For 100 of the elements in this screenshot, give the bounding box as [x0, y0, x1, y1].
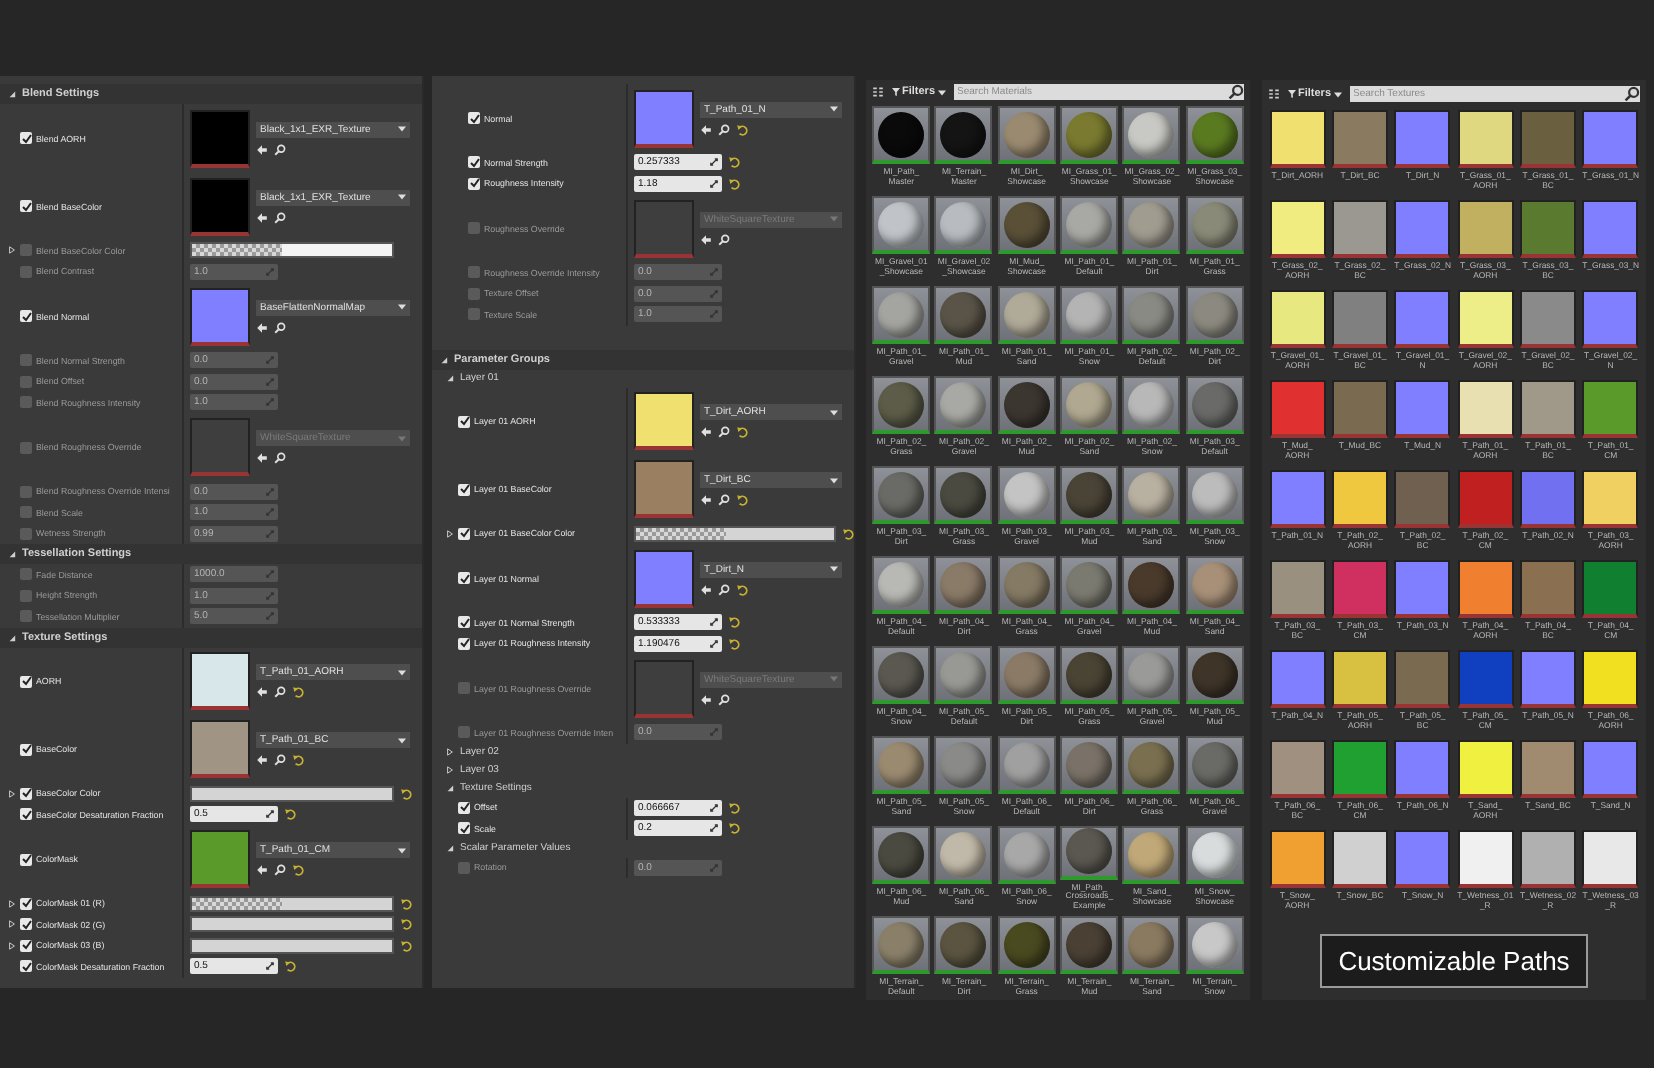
texture-thumbnail[interactable] [1457, 110, 1514, 168]
reset-icon[interactable] [292, 864, 304, 876]
search-icon[interactable] [718, 494, 730, 506]
expander-icon[interactable] [8, 941, 16, 950]
search-icon[interactable] [1228, 84, 1244, 100]
texture-thumbnail[interactable] [1519, 470, 1576, 528]
texture-thumbnail[interactable] [1457, 380, 1514, 438]
reset-icon[interactable] [400, 897, 412, 910]
texture-thumbnail[interactable] [1582, 200, 1639, 258]
texture-thumbnail[interactable] [1582, 740, 1639, 798]
texture-thumbnail[interactable] [1582, 380, 1639, 438]
arrow-left-icon[interactable] [256, 143, 268, 155]
arrow-left-icon[interactable] [700, 494, 712, 506]
texture-thumbnail[interactable] [1519, 110, 1576, 168]
texture-thumbnail[interactable] [1394, 200, 1451, 258]
texture-thumbnail[interactable] [1269, 560, 1326, 618]
expander-icon[interactable] [446, 748, 454, 756]
arrow-left-icon[interactable] [700, 233, 712, 245]
checkbox[interactable] [20, 808, 32, 821]
texture-thumbnail[interactable] [1331, 380, 1388, 438]
expander-icon[interactable] [446, 529, 454, 538]
reset-icon[interactable] [728, 801, 740, 814]
texture-thumbnail[interactable] [1582, 830, 1639, 888]
texture-thumbnail[interactable] [1394, 110, 1451, 168]
reset-icon[interactable] [842, 527, 854, 540]
checkbox[interactable] [458, 861, 470, 874]
reset-icon[interactable] [292, 754, 304, 766]
checkbox[interactable] [458, 801, 470, 814]
texture-thumbnail[interactable] [190, 287, 250, 345]
texture-thumbnail[interactable] [190, 418, 250, 476]
arrow-left-icon[interactable] [700, 426, 712, 438]
checkbox[interactable] [458, 572, 470, 584]
texture-thumbnail[interactable] [1457, 200, 1514, 258]
checkbox[interactable] [468, 177, 480, 190]
texture-thumbnail[interactable] [1394, 290, 1451, 348]
arrow-left-icon[interactable] [700, 583, 712, 595]
texture-thumbnail[interactable] [1457, 650, 1514, 708]
expander-icon[interactable] [446, 766, 454, 774]
search-icon[interactable] [274, 754, 286, 766]
search-icon[interactable] [274, 864, 286, 876]
texture-thumbnail[interactable] [1519, 830, 1576, 888]
search-icon[interactable] [274, 452, 286, 464]
search-icon[interactable] [718, 426, 730, 438]
texture-thumbnail[interactable] [1519, 650, 1576, 708]
color-bar[interactable] [190, 916, 394, 933]
texture-thumbnail[interactable] [1269, 290, 1326, 348]
reset-icon[interactable] [736, 426, 748, 438]
texture-thumbnail[interactable] [1582, 110, 1639, 168]
texture-thumbnail[interactable] [1582, 560, 1639, 618]
arrow-left-icon[interactable] [700, 123, 712, 135]
reset-icon[interactable] [400, 918, 412, 931]
expander-icon[interactable] [446, 844, 454, 852]
checkbox[interactable] [458, 726, 470, 739]
search-icon[interactable] [274, 143, 286, 155]
texture-thumbnail[interactable] [190, 109, 250, 167]
texture-thumbnail[interactable] [634, 659, 694, 717]
expander-icon[interactable] [8, 550, 16, 558]
arrow-left-icon[interactable] [256, 211, 268, 223]
color-bar[interactable] [190, 937, 394, 954]
checkbox[interactable] [468, 287, 480, 300]
search-icon[interactable] [718, 233, 730, 245]
arrow-left-icon[interactable] [256, 864, 268, 876]
checkbox[interactable] [20, 506, 32, 519]
arrow-left-icon[interactable] [256, 754, 268, 766]
texture-thumbnail[interactable] [1331, 560, 1388, 618]
texture-thumbnail[interactable] [1582, 650, 1639, 708]
reset-icon[interactable] [728, 177, 740, 190]
texture-thumbnail[interactable] [1269, 380, 1326, 438]
texture-thumbnail[interactable] [1331, 470, 1388, 528]
checkbox[interactable] [458, 682, 470, 694]
texture-thumbnail[interactable] [1394, 650, 1451, 708]
expander-icon[interactable] [446, 784, 454, 792]
reset-icon[interactable] [736, 494, 748, 506]
texture-thumbnail[interactable] [1582, 290, 1639, 348]
reset-icon[interactable] [728, 156, 740, 169]
checkbox[interactable] [20, 853, 32, 865]
list-view-icon[interactable] [872, 86, 884, 98]
expander-icon[interactable] [440, 355, 448, 363]
reset-icon[interactable] [284, 808, 296, 821]
checkbox[interactable] [458, 483, 470, 495]
reset-icon[interactable] [292, 686, 304, 698]
arrow-left-icon[interactable] [700, 693, 712, 705]
texture-thumbnail[interactable] [1331, 200, 1388, 258]
texture-thumbnail[interactable] [1519, 200, 1576, 258]
checkbox[interactable] [468, 266, 480, 279]
expander-icon[interactable] [8, 90, 16, 98]
checkbox[interactable] [20, 396, 32, 409]
texture-thumbnail[interactable] [1394, 380, 1451, 438]
texture-thumbnail[interactable] [1519, 740, 1576, 798]
checkbox[interactable] [20, 897, 32, 910]
checkbox[interactable] [20, 375, 32, 388]
texture-thumbnail[interactable] [1269, 200, 1326, 258]
checkbox[interactable] [20, 265, 32, 278]
arrow-left-icon[interactable] [256, 686, 268, 698]
checkbox[interactable] [458, 822, 470, 835]
checkbox[interactable] [20, 568, 32, 581]
reset-icon[interactable] [284, 960, 296, 973]
checkbox[interactable] [20, 743, 32, 755]
search-icon[interactable] [718, 693, 730, 705]
texture-thumbnail[interactable] [634, 460, 694, 518]
